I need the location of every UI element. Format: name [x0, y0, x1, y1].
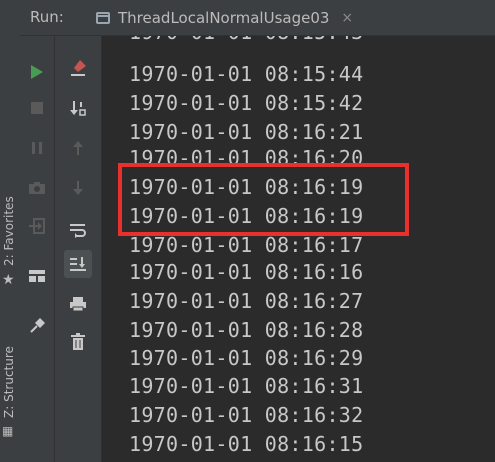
camera-icon[interactable]	[23, 174, 51, 202]
trash-icon[interactable]	[64, 328, 92, 356]
console-line: 1970-01-01 08:16:32	[129, 403, 364, 427]
console-toolbar	[55, 36, 102, 462]
print-icon[interactable]	[64, 290, 92, 318]
console-line: 1970-01-01 08:16:27	[129, 289, 364, 313]
console-icon	[96, 11, 110, 24]
console-line: 1970-01-01 08:15:43	[129, 36, 363, 44]
console-output[interactable]: 1970-01-01 08:15:43 1970-01-01 08:15:44 …	[102, 36, 495, 462]
pause-icon[interactable]	[23, 134, 51, 162]
highlight-box	[118, 163, 409, 236]
console-line: 1970-01-01 08:16:31	[129, 374, 364, 398]
console-line: 1970-01-01 08:16:15	[129, 432, 364, 456]
favorites-label: 2: Favorites	[2, 196, 16, 266]
arrow-up-icon[interactable]	[64, 134, 92, 162]
star-icon: ★	[2, 272, 15, 288]
console-line: 1970-01-01 08:15:42	[129, 91, 364, 115]
sort-icon[interactable]	[64, 94, 92, 122]
console-line: 1970-01-01 08:16:17	[129, 233, 364, 257]
soft-wrap-icon[interactable]	[64, 216, 92, 244]
console-line: 1970-01-01 08:16:16	[129, 260, 364, 284]
console-line: 1970-01-01 08:16:21	[129, 120, 364, 144]
console-line: 1970-01-01 08:16:29	[129, 346, 364, 370]
run-label: Run:	[30, 8, 64, 26]
structure-icon: ▦	[2, 424, 14, 438]
tab-run-config[interactable]: ThreadLocalNormalUsage03 ×	[90, 0, 420, 35]
run-toolbar	[20, 36, 55, 462]
scroll-to-end-icon[interactable]	[64, 250, 92, 278]
layout-icon[interactable]	[23, 262, 51, 290]
tab-title: ThreadLocalNormalUsage03	[118, 8, 330, 27]
left-tool-strip: 2: Favorites ★ Z: Structure ▦	[0, 0, 21, 462]
clear-brush-icon[interactable]	[64, 54, 92, 82]
console-line: 1970-01-01 08:16:28	[129, 318, 364, 342]
exit-icon[interactable]	[23, 212, 51, 240]
arrow-down-icon[interactable]	[64, 174, 92, 202]
structure-label: Z: Structure	[2, 346, 16, 418]
stop-icon[interactable]	[23, 94, 51, 122]
console-line: 1970-01-01 08:15:44	[129, 62, 364, 86]
run-tool-window-header: Run: ThreadLocalNormalUsage03 ×	[20, 0, 495, 36]
pin-icon[interactable]	[23, 312, 51, 340]
run-icon[interactable]	[23, 58, 51, 86]
close-icon[interactable]: ×	[341, 10, 353, 26]
favorites-tab[interactable]: 2: Favorites ★	[0, 180, 20, 290]
structure-tab[interactable]: Z: Structure ▦	[0, 322, 20, 452]
